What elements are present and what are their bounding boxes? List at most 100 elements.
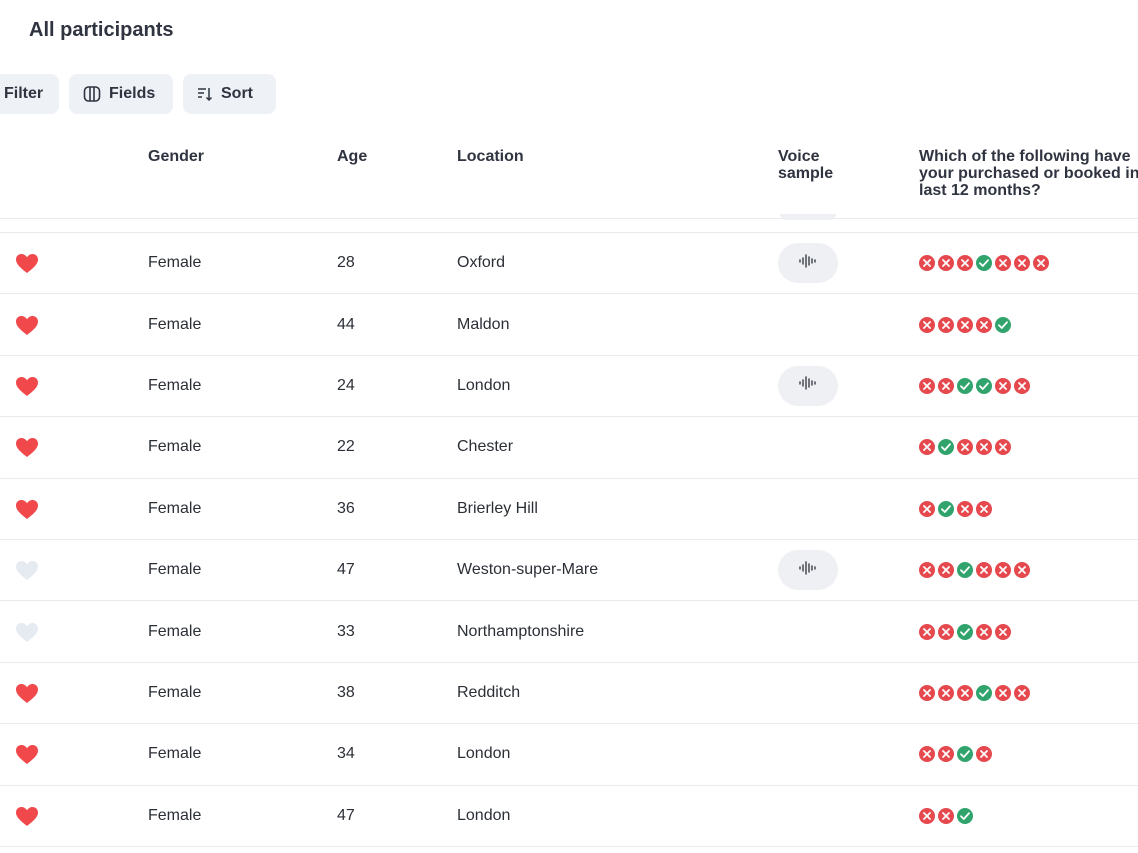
location-cell: Brierley Hill — [457, 499, 538, 517]
age-cell: 44 — [337, 315, 355, 333]
check-circle-icon — [957, 377, 973, 394]
x-circle-icon — [919, 684, 935, 701]
table-row[interactable]: Female 22 Chester — [0, 417, 1138, 479]
location-cell: Oxford — [457, 254, 506, 272]
column-header-voice-sample[interactable]: Voice sample — [778, 148, 848, 182]
column-header-question[interactable]: Which of the following have your purchas… — [919, 148, 1138, 199]
location-cell: London — [457, 745, 511, 763]
voice-sample-button[interactable] — [778, 365, 838, 406]
favorite-heart-icon[interactable] — [15, 743, 39, 765]
gender-cell: Female — [148, 561, 202, 579]
x-circle-icon — [1014, 562, 1030, 579]
table-row[interactable]: Female 34 London — [0, 724, 1138, 786]
sort-label: Sort — [221, 85, 253, 102]
check-circle-icon — [995, 316, 1011, 333]
gender-cell: Female — [148, 438, 202, 456]
gender-cell: Female — [148, 806, 202, 824]
voice-sample-button[interactable] — [778, 550, 838, 591]
x-circle-icon — [919, 377, 935, 394]
x-circle-icon — [957, 439, 973, 456]
check-circle-icon — [957, 623, 973, 640]
gender-cell: Female — [148, 745, 202, 763]
favorite-heart-icon[interactable] — [15, 436, 39, 458]
check-circle-icon — [957, 807, 973, 824]
x-circle-icon — [919, 623, 935, 640]
table-row[interactable]: Female 36 Brierley Hill — [0, 479, 1138, 540]
x-circle-icon — [957, 684, 973, 701]
location-cell: Maldon — [457, 315, 510, 333]
favorite-heart-icon[interactable] — [15, 314, 39, 336]
check-circle-icon — [976, 684, 992, 701]
answers-cell — [919, 316, 1011, 333]
table-row[interactable]: Female 47 London — [0, 786, 1138, 847]
table-row[interactable]: Female 38 Redditch — [0, 663, 1138, 725]
gender-cell: Female — [148, 315, 202, 333]
page-title: All participants — [29, 19, 174, 41]
answers-cell — [919, 377, 1030, 394]
x-circle-icon — [976, 439, 992, 456]
x-circle-icon — [938, 316, 954, 333]
check-circle-icon — [976, 255, 992, 272]
table-row[interactable]: Female 28 Oxford — [0, 233, 1138, 295]
table-row[interactable]: Female 44 Maldon — [0, 294, 1138, 356]
x-circle-icon — [919, 316, 935, 333]
column-header-age[interactable]: Age — [337, 148, 367, 165]
table-row[interactable]: Female 33 Northamptonshire — [0, 601, 1138, 663]
sort-button[interactable]: Sort — [183, 74, 276, 114]
waveform-icon — [798, 375, 818, 396]
x-circle-icon — [919, 500, 935, 517]
check-circle-icon — [976, 377, 992, 394]
participants-table-body: Female 28 Oxford Female 44 Maldon Female 24 Lond… — [0, 233, 1138, 847]
x-circle-icon — [976, 746, 992, 763]
age-cell: 22 — [337, 438, 355, 456]
check-circle-icon — [957, 562, 973, 579]
filter-label: Filter — [4, 85, 44, 102]
table-row[interactable]: Female 24 London — [0, 356, 1138, 418]
x-circle-icon — [957, 316, 973, 333]
gender-cell: Female — [148, 683, 202, 701]
x-circle-icon — [957, 255, 973, 272]
location-cell: Chester — [457, 438, 514, 456]
x-circle-icon — [995, 439, 1011, 456]
age-cell: 33 — [337, 622, 355, 640]
favorite-heart-icon[interactable] — [15, 252, 39, 274]
fields-button[interactable]: Fields — [69, 74, 173, 114]
filter-button[interactable]: Filter — [0, 74, 59, 114]
columns-icon — [83, 85, 101, 103]
waveform-icon — [798, 560, 818, 581]
check-circle-icon — [938, 500, 954, 517]
gender-cell: Female — [148, 376, 202, 394]
x-circle-icon — [919, 562, 935, 579]
column-header-location[interactable]: Location — [457, 148, 524, 165]
x-circle-icon — [1014, 255, 1030, 272]
column-header-gender[interactable]: Gender — [148, 148, 204, 165]
x-circle-icon — [1014, 377, 1030, 394]
favorite-heart-icon[interactable] — [15, 805, 39, 827]
answers-cell — [919, 562, 1030, 579]
location-cell: Northamptonshire — [457, 622, 585, 640]
answers-cell — [919, 807, 973, 824]
favorite-heart-icon[interactable] — [15, 498, 39, 520]
fields-label: Fields — [109, 85, 156, 102]
favorite-heart-icon[interactable] — [15, 682, 39, 704]
x-circle-icon — [938, 684, 954, 701]
gender-cell: Female — [148, 622, 202, 640]
x-circle-icon — [938, 377, 954, 394]
x-circle-icon — [938, 746, 954, 763]
x-circle-icon — [919, 255, 935, 272]
waveform-icon — [798, 253, 818, 274]
x-circle-icon — [976, 623, 992, 640]
gender-cell: Female — [148, 254, 202, 272]
favorite-heart-icon[interactable] — [15, 621, 39, 643]
x-circle-icon — [995, 377, 1011, 394]
x-circle-icon — [976, 500, 992, 517]
check-circle-icon — [938, 439, 954, 456]
voice-sample-button[interactable] — [778, 243, 838, 284]
answers-cell — [919, 746, 992, 763]
age-cell: 34 — [337, 745, 355, 763]
age-cell: 38 — [337, 683, 355, 701]
favorite-heart-icon[interactable] — [15, 559, 39, 581]
table-row[interactable]: Female 47 Weston-super-Mare — [0, 540, 1138, 602]
answers-cell — [919, 439, 1011, 456]
favorite-heart-icon[interactable] — [15, 375, 39, 397]
